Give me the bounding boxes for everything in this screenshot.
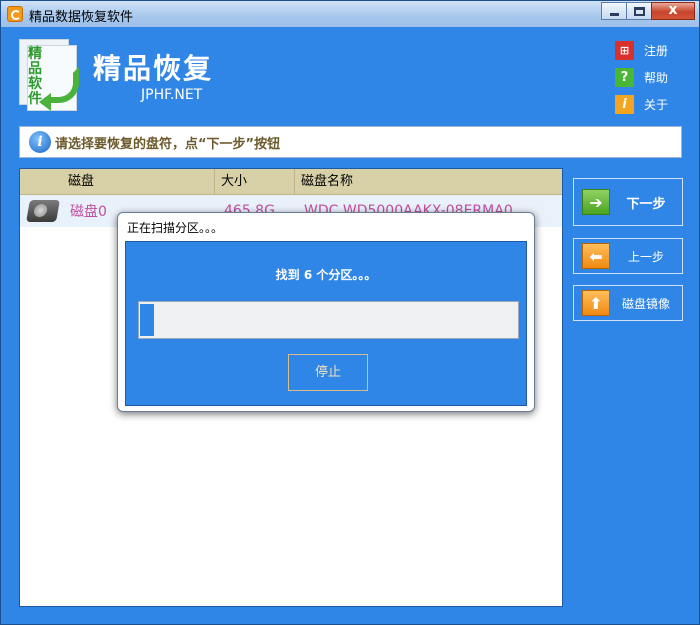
question-icon: ?: [615, 68, 634, 87]
close-button[interactable]: x: [651, 2, 695, 20]
about-link[interactable]: i 关于: [615, 91, 668, 118]
help-label: 帮助: [644, 71, 669, 85]
scan-status-text: 找到 6 个分区。。。: [275, 268, 377, 282]
minimize-button[interactable]: [601, 2, 627, 20]
minimize-icon: [610, 13, 619, 16]
app-logo: 精 品 软 件: [19, 39, 83, 117]
app-header: 精 品 软 件 精品恢复 JPHF.NET ⊞ 注册 ? 帮助 i 关于: [1, 27, 699, 119]
dialog-title: 正在扫描分区。。。: [127, 221, 224, 235]
register-label: 注册: [644, 44, 669, 58]
maximize-button[interactable]: [626, 2, 652, 20]
register-link[interactable]: ⊞ 注册: [615, 37, 668, 64]
cart-icon: ⊞: [615, 41, 634, 60]
column-disk-name[interactable]: 磁盘名称: [295, 169, 562, 195]
about-label: 关于: [644, 98, 669, 112]
disk-image-label: 磁盘镜像: [621, 296, 670, 311]
app-icon: [7, 6, 23, 22]
arrow-up-icon: ⬆: [582, 290, 610, 316]
title-bar[interactable]: 精品数据恢复软件 x: [1, 1, 699, 27]
info-icon: i: [615, 95, 634, 114]
stop-button[interactable]: 停止: [288, 354, 368, 391]
hard-disk-icon: [26, 200, 60, 222]
dialog-body: 找到 6 个分区。。。 停止: [125, 241, 527, 406]
arrow-left-icon: ⬅: [582, 243, 610, 269]
instruction-bar: i 请选择要恢复的盘符，点“下一步”按钮: [19, 126, 682, 158]
arrow-right-icon: ➔: [582, 189, 610, 215]
scan-dialog: 正在扫描分区。。。 找到 6 个分区。。。 停止: [117, 212, 535, 412]
top-links: ⊞ 注册 ? 帮助 i 关于: [615, 37, 668, 118]
instruction-text: 请选择要恢复的盘符，点“下一步”按钮: [55, 136, 281, 152]
table-header: 磁盘 大小 磁盘名称: [20, 169, 562, 195]
window-controls: x: [601, 2, 695, 20]
close-icon: x: [668, 2, 678, 18]
prev-label: 上一步: [627, 249, 664, 264]
column-disk[interactable]: 磁盘: [20, 169, 215, 195]
brand-title: 精品恢复: [93, 52, 214, 85]
brand-url: JPHF.NET: [141, 87, 203, 103]
progress-fill: [140, 304, 154, 336]
app-window: 精品数据恢复软件 x 精 品 软 件 精品恢复 JPHF.NET ⊞ 注册 ? …: [0, 0, 700, 625]
disk-image-button[interactable]: ⬆ 磁盘镜像: [573, 285, 683, 321]
info-icon: i: [29, 131, 51, 153]
prev-button[interactable]: ⬅ 上一步: [573, 238, 683, 274]
next-label: 下一步: [626, 196, 666, 212]
maximize-icon: [634, 7, 645, 16]
next-button[interactable]: ➔ 下一步: [573, 178, 683, 226]
help-link[interactable]: ? 帮助: [615, 64, 668, 91]
column-size[interactable]: 大小: [215, 169, 295, 195]
window-title: 精品数据恢复软件: [29, 10, 134, 25]
scan-progress-bar: [138, 301, 519, 339]
